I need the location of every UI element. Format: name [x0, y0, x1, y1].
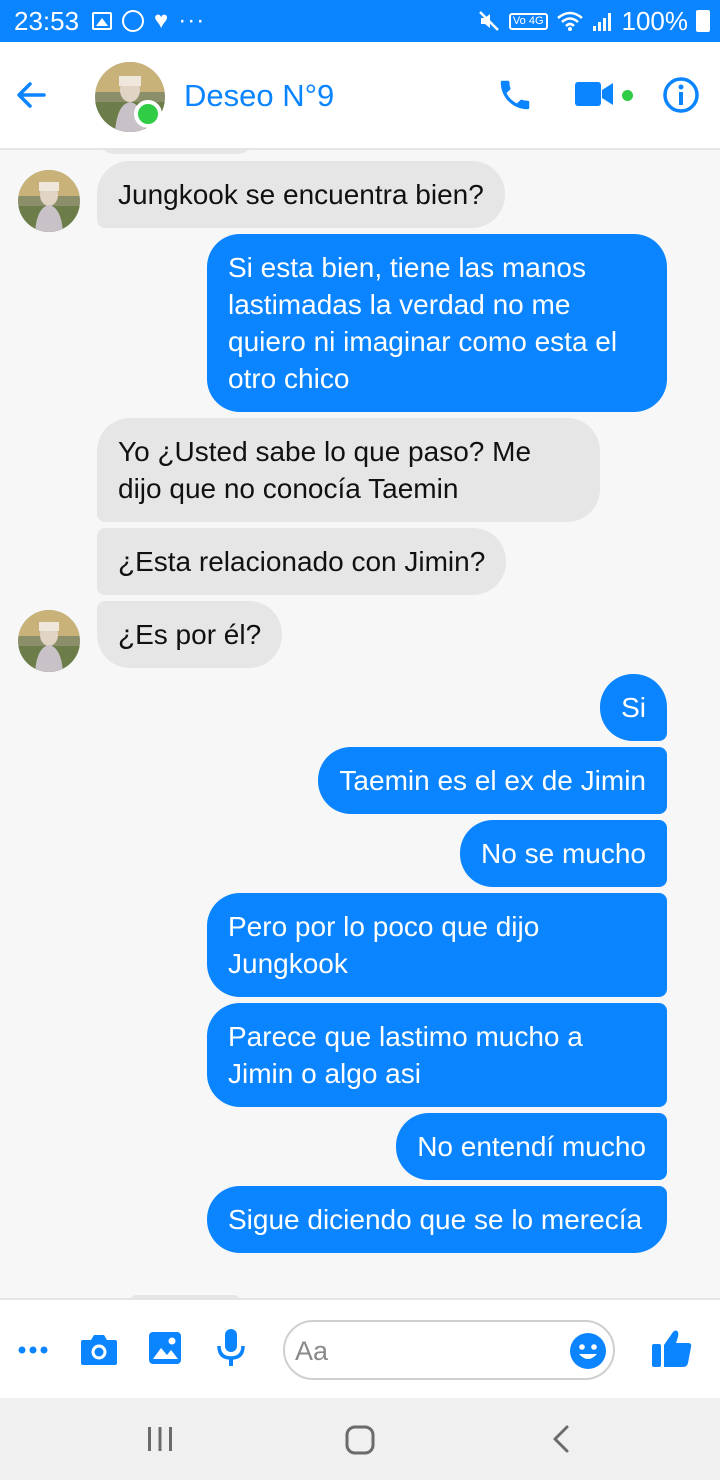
message-bubble-outgoing[interactable]: No entendí mucho [396, 1113, 667, 1180]
system-navigation-bar [0, 1398, 720, 1480]
battery-icon [696, 10, 710, 32]
phone-icon[interactable] [496, 76, 534, 114]
online-status-indicator [134, 100, 162, 128]
recent-apps-icon[interactable] [146, 1426, 174, 1452]
message-bubble-outgoing[interactable]: Si [600, 674, 667, 741]
camera-icon[interactable] [80, 1332, 118, 1366]
avatar-photo [18, 170, 80, 232]
thumbs-up-icon[interactable] [651, 1328, 693, 1368]
heart-notification-icon: ♥ [154, 7, 169, 34]
wifi-icon [556, 11, 583, 31]
message-bubble-outgoing[interactable]: Taemin es el ex de Jimin [318, 747, 667, 814]
signal-icon [592, 13, 611, 31]
sender-avatar[interactable] [18, 610, 80, 672]
gallery-notification-icon [92, 12, 112, 30]
status-time: 23:53 [14, 6, 80, 36]
video-camera-icon[interactable] [574, 80, 614, 108]
message-bubble-incoming[interactable]: Yo ¿Usted sabe lo que paso? Me dijo que … [97, 418, 600, 522]
message-bubble-incoming[interactable]: ¿Es por él? [97, 601, 283, 668]
image-icon[interactable] [148, 1331, 182, 1365]
message-bubble-outgoing[interactable]: Si esta bien, tiene las manos lastimadas… [207, 234, 667, 412]
video-active-indicator [622, 90, 633, 101]
status-bar: 23:53 ♥ ··· Vo 4G 100% [0, 0, 720, 42]
mute-icon [479, 11, 499, 31]
message-list[interactable]: Jungkook se encuentra bien? Si esta bien… [0, 150, 720, 1298]
notification-icons: ♥ ··· [92, 9, 205, 33]
avatar-photo [18, 610, 80, 672]
message-composer [0, 1298, 720, 1398]
message-bubble-outgoing[interactable]: Parece que lastimo mucho a Jimin o algo … [207, 1003, 667, 1107]
message-input-container[interactable] [283, 1320, 615, 1380]
contact-name[interactable]: Deseo N°9 [184, 78, 334, 114]
home-icon[interactable] [345, 1425, 375, 1455]
sender-avatar[interactable] [18, 170, 80, 232]
message-bubble-incoming[interactable]: ¿Esta relacionado con Jimin? [97, 528, 507, 595]
message-bubble-incoming[interactable]: Jungkook se encuentra bien? [97, 161, 505, 228]
microphone-icon[interactable] [216, 1328, 246, 1368]
system-icons: Vo 4G 100% [477, 6, 710, 36]
conversation-header: Deseo N°9 [0, 42, 720, 150]
back-arrow-icon[interactable] [14, 78, 48, 112]
battery-percent: 100% [621, 5, 689, 36]
info-icon[interactable] [662, 76, 700, 114]
emoji-icon[interactable] [569, 1332, 607, 1370]
message-bubble-outgoing[interactable]: Pero por lo poco que dijo Jungkook [207, 893, 667, 997]
previous-message-remnant [97, 150, 255, 154]
more-notifications-icon: ··· [178, 7, 206, 34]
message-bubble-outgoing[interactable]: Sigue diciendo que se lo merecía [207, 1186, 667, 1253]
more-icon[interactable] [18, 1338, 48, 1362]
message-input[interactable] [295, 1332, 565, 1370]
whatsapp-notification-icon [122, 10, 144, 32]
message-bubble-outgoing[interactable]: No se mucho [460, 820, 667, 887]
network-badge: Vo 4G [508, 12, 548, 30]
back-icon[interactable] [550, 1424, 572, 1454]
